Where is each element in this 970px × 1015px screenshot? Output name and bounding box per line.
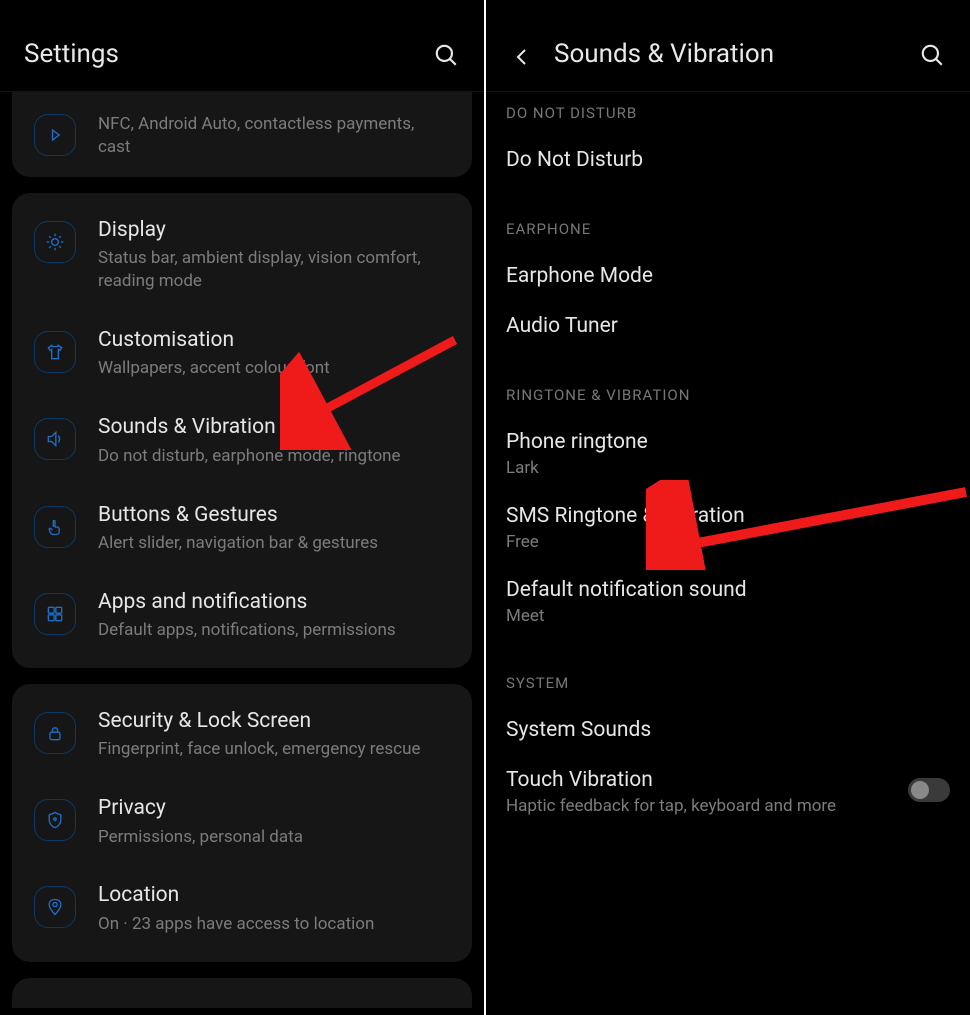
row-phone-ringtone[interactable]: Phone ringtone Lark — [506, 408, 950, 482]
row-sub: Permissions, personal data — [98, 826, 450, 849]
brightness-icon — [34, 221, 76, 263]
settings-row-display[interactable]: Display Status bar, ambient display, vis… — [12, 201, 472, 311]
nfc-icon — [34, 114, 76, 156]
right-screenshot: Sounds & Vibration DO NOT DISTURB Do Not… — [486, 0, 970, 1015]
row-title: Default notification sound — [506, 578, 950, 602]
row-title: SMS Ringtone & Vibration — [506, 504, 950, 528]
section-label: RINGTONE & VIBRATION — [506, 386, 950, 404]
search-icon — [919, 42, 945, 68]
row-title: Apps and notifications — [98, 589, 450, 616]
settings-row-apps[interactable]: Apps and notifications Default apps, not… — [12, 573, 472, 660]
row-sub: Alert slider, navigation bar & gestures — [98, 532, 450, 555]
section-label: DO NOT DISTURB — [506, 104, 950, 122]
settings-card: Security & Lock Screen Fingerprint, face… — [12, 684, 472, 962]
row-title: System Sounds — [506, 718, 950, 742]
location-icon — [34, 886, 76, 928]
sounds-scroll[interactable]: DO NOT DISTURB Do Not Disturb EARPHONE E… — [486, 104, 970, 820]
row-sub: Lark — [506, 458, 950, 478]
back-button[interactable] — [510, 45, 542, 69]
page-title: Sounds & Vibration — [554, 39, 918, 69]
settings-card: Display Status bar, ambient display, vis… — [12, 193, 472, 668]
row-sub: Status bar, ambient display, vision comf… — [98, 247, 450, 293]
row-sub: Wallpapers, accent colour, font — [98, 357, 450, 380]
row-sub: Meet — [506, 606, 950, 626]
row-title: Earphone Mode — [506, 264, 950, 288]
settings-scroll[interactable]: NFC, Android Auto, contactless payments,… — [0, 92, 484, 1008]
row-do-not-disturb[interactable]: Do Not Disturb — [506, 126, 950, 176]
sounds-header: Sounds & Vibration — [486, 0, 970, 92]
shirt-icon — [34, 331, 76, 373]
row-touch-vibration[interactable]: Touch Vibration Haptic feedback for tap,… — [506, 746, 950, 820]
row-sub: On · 23 apps have access to location — [98, 913, 450, 936]
row-sub: Free — [506, 532, 950, 552]
shield-icon — [34, 799, 76, 841]
row-title: Audio Tuner — [506, 314, 950, 338]
touch-vibration-toggle[interactable] — [908, 778, 950, 802]
row-title: Location — [98, 882, 450, 909]
volume-icon — [34, 418, 76, 460]
search-icon — [433, 42, 459, 68]
settings-row-security[interactable]: Security & Lock Screen Fingerprint, face… — [12, 692, 472, 779]
row-system-sounds[interactable]: System Sounds — [506, 696, 950, 746]
search-button[interactable] — [918, 41, 946, 69]
row-title: Customisation — [98, 327, 450, 354]
row-default-notif[interactable]: Default notification sound Meet — [506, 556, 950, 630]
row-sub: NFC, Android Auto, contactless payments,… — [98, 113, 450, 159]
row-earphone-mode[interactable]: Earphone Mode — [506, 242, 950, 292]
settings-row-customisation[interactable]: Customisation Wallpapers, accent colour,… — [12, 311, 472, 398]
row-title: Security & Lock Screen — [98, 708, 450, 735]
settings-row-sounds[interactable]: Sounds & Vibration Do not disturb, earph… — [12, 398, 472, 485]
row-title: Do Not Disturb — [506, 148, 950, 172]
section-label: SYSTEM — [506, 674, 950, 692]
settings-row-privacy[interactable]: Privacy Permissions, personal data — [12, 779, 472, 866]
left-screenshot: Settings NFC, Android Auto, contactless … — [0, 0, 484, 1015]
settings-row-location[interactable]: Location On · 23 apps have access to loc… — [12, 866, 472, 953]
row-sub: Do not disturb, earphone mode, ringtone — [98, 445, 450, 468]
row-title: Privacy — [98, 795, 450, 822]
toggle-knob — [911, 781, 929, 799]
row-sms-ringtone[interactable]: SMS Ringtone & Vibration Free — [506, 482, 950, 556]
page-title: Settings — [24, 39, 432, 69]
section-label: EARPHONE — [506, 220, 950, 238]
gesture-icon — [34, 506, 76, 548]
settings-row-buttons[interactable]: Buttons & Gestures Alert slider, navigat… — [12, 486, 472, 573]
row-title: Touch Vibration — [506, 768, 908, 792]
row-sub: Fingerprint, face unlock, emergency resc… — [98, 738, 450, 761]
chevron-left-icon — [510, 45, 534, 69]
settings-card — [12, 978, 472, 1008]
row-title: Sounds & Vibration — [98, 414, 450, 441]
row-title: Phone ringtone — [506, 430, 950, 454]
settings-row-nfc[interactable]: NFC, Android Auto, contactless payments,… — [12, 100, 472, 169]
search-button[interactable] — [432, 41, 460, 69]
grid-icon — [34, 593, 76, 635]
row-sub: Haptic feedback for tap, keyboard and mo… — [506, 796, 908, 816]
row-title: Display — [98, 217, 450, 244]
settings-header: Settings — [0, 0, 484, 92]
row-sub: Default apps, notifications, permissions — [98, 619, 450, 642]
row-title: Buttons & Gestures — [98, 502, 450, 529]
lock-icon — [34, 712, 76, 754]
settings-card: NFC, Android Auto, contactless payments,… — [12, 92, 472, 177]
row-audio-tuner[interactable]: Audio Tuner — [506, 292, 950, 342]
